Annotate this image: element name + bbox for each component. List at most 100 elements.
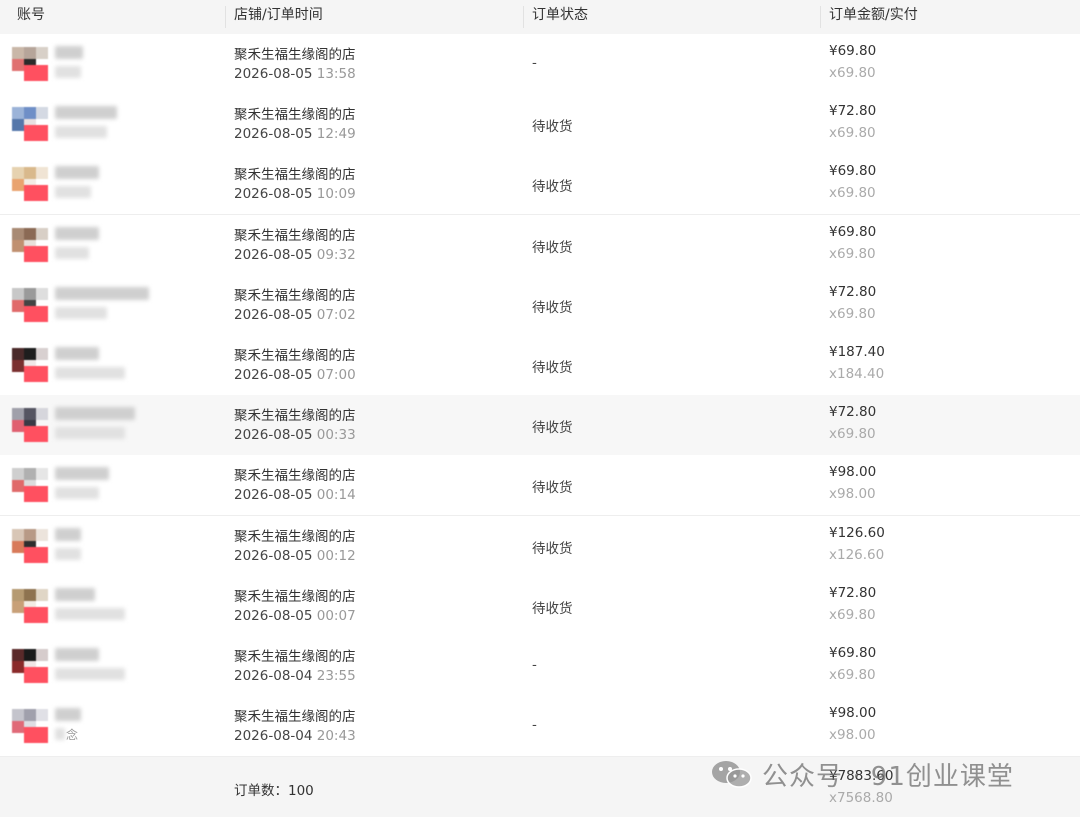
header-shop-time: 店铺/订单时间 [234, 7, 323, 23]
order-status: 待收货 [532, 420, 573, 437]
order-date: 2026-08-05 [234, 367, 317, 383]
shop-name: 聚禾生福生缘阁的店 [234, 47, 356, 63]
paid-amount: x98.00 [829, 486, 876, 503]
order-status: - [532, 717, 537, 734]
order-amount: ¥69.80 [829, 645, 877, 661]
header-divider [225, 6, 226, 28]
order-time: 2026-08-05 00:33 [234, 427, 356, 443]
order-amount: ¥72.80 [829, 404, 877, 421]
account-name-blurred [55, 106, 117, 120]
table-row[interactable]: 聚禾生福生缘阁的店 2026-08-05 12:49 待收货 ¥72.80 x69.80 [0, 94, 1080, 156]
order-date: 2026-08-05 [234, 607, 317, 624]
order-clock-time: 12:49 [316, 126, 356, 143]
order-amount: ¥187.40 [829, 344, 885, 360]
paid-amount: x184.40 [829, 366, 885, 382]
header-divider [523, 6, 524, 28]
account-name-blurred [55, 286, 149, 300]
account-sub-blurred [55, 668, 125, 680]
avatar [12, 649, 48, 683]
shop-name: 聚禾生福生缘阁的店 [234, 408, 356, 425]
account-sub-blurred [55, 126, 107, 139]
account-note: 念 [66, 728, 79, 743]
table-row[interactable]: 聚禾生福生缘阁的店 2026-08-05 09:32 待收货 ¥69.80 x69.80 [0, 214, 1080, 276]
order-amount: ¥72.80 [829, 103, 877, 120]
paid-amount: x69.80 [829, 125, 876, 142]
order-date: 2026-08-05 [234, 66, 317, 82]
order-status: 待收货 [532, 480, 573, 497]
table-row[interactable]: 念 聚禾生福生缘阁的店 2026-08-04 20:43 - ¥98.00 x98.00 [0, 696, 1080, 758]
order-status: 待收货 [532, 299, 573, 316]
order-amount: ¥72.80 [829, 283, 877, 300]
order-status: 待收货 [532, 239, 573, 256]
shop-name: 聚禾生福生缘阁的店 [234, 468, 356, 485]
order-clock-time: 13:58 [316, 66, 356, 82]
account-name-blurred [55, 648, 99, 661]
account-name-blurred [55, 587, 95, 601]
account-name-blurred [55, 166, 99, 180]
avatar [12, 408, 48, 443]
avatar [12, 167, 48, 202]
order-clock-time: 00:14 [316, 487, 356, 504]
account-name-blurred [55, 226, 99, 240]
paid-amount: x69.80 [829, 305, 876, 322]
table-row[interactable]: 聚禾生福生缘阁的店 2026-08-05 00:07 待收货 ¥72.80 x69.80 [0, 575, 1080, 637]
order-time: 2026-08-04 20:43 [234, 728, 356, 744]
table-row[interactable]: 聚禾生福生缘阁的店 2026-08-05 10:09 待收货 ¥69.80 x69.80 [0, 154, 1080, 216]
shop-name: 聚禾生福生缘阁的店 [234, 588, 356, 605]
header-amount: 订单金额/实付 [829, 7, 918, 23]
order-clock-time: 07:02 [316, 306, 356, 323]
table-row[interactable]: 聚禾生福生缘阁的店 2026-08-05 07:00 待收货 ¥187.40 x184.… [0, 335, 1080, 396]
shop-name: 聚禾生福生缘阁的店 [234, 107, 356, 124]
order-amount: ¥69.80 [829, 223, 877, 240]
order-count: 订单数：100 [234, 783, 314, 799]
order-clock-time: 07:00 [316, 367, 356, 383]
table-row[interactable]: 聚禾生福生缘阁的店 2026-08-05 13:58 - ¥69.80 x69.80 [0, 34, 1080, 95]
order-time: 2026-08-05 12:49 [234, 126, 356, 142]
order-status: 待收货 [532, 540, 573, 557]
account-sub-blurred [55, 487, 99, 500]
order-status: - [532, 55, 537, 71]
table-row[interactable]: 聚禾生福生缘阁的店 2026-08-05 00:12 待收货 ¥126.60 x126.… [0, 515, 1080, 577]
order-date: 2026-08-05 [234, 186, 317, 203]
order-date: 2026-08-04 [234, 728, 317, 745]
shop-name: 聚禾生福生缘阁的店 [234, 528, 356, 545]
order-amount: ¥69.80 [829, 163, 877, 180]
table-row[interactable]: 聚禾生福生缘阁的店 2026-08-04 23:55 - ¥69.80 x69.80 [0, 636, 1080, 697]
header-status: 订单状态 [532, 7, 588, 23]
order-amount: ¥126.60 [829, 524, 885, 541]
order-status: 待收货 [532, 179, 573, 196]
avatar [12, 107, 48, 142]
table-row[interactable]: 聚禾生福生缘阁的店 2026-08-05 00:14 待收货 ¥98.00 x98.00 [0, 455, 1080, 517]
account-sub-blurred [55, 547, 81, 560]
account-name-blurred [55, 46, 83, 59]
order-clock-time: 00:07 [316, 607, 356, 624]
order-date: 2026-08-05 [234, 126, 317, 143]
order-clock-time: 20:43 [316, 728, 356, 745]
order-amount: ¥98.00 [829, 705, 877, 722]
order-status: 待收货 [532, 600, 573, 617]
account-sub-blurred [55, 306, 107, 319]
avatar [12, 528, 48, 563]
account-name-blurred [55, 347, 99, 360]
order-clock-time: 00:33 [316, 427, 356, 444]
order-time: 2026-08-05 00:12 [234, 548, 356, 564]
account-sub-blurred [55, 427, 125, 440]
account-sub-blurred [55, 607, 125, 620]
shop-name: 聚禾生福生缘阁的店 [234, 709, 356, 726]
table-row[interactable]: 聚禾生福生缘阁的店 2026-08-05 00:33 待收货 ¥72.80 x69.80 [0, 395, 1080, 457]
avatar [12, 709, 48, 744]
account-sub-blurred [55, 66, 81, 78]
order-date: 2026-08-05 [234, 246, 317, 263]
table-row[interactable]: 聚禾生福生缘阁的店 2026-08-05 07:02 待收货 ¥72.80 x69.80 [0, 274, 1080, 336]
avatar [12, 47, 48, 81]
order-time: 2026-08-05 10:09 [234, 186, 356, 202]
order-status: 待收货 [532, 360, 573, 376]
account-name-blurred [55, 708, 81, 722]
table-header: 账号 店铺/订单时间 订单状态 订单金额/实付 [0, 0, 1080, 35]
order-status: - [532, 657, 537, 673]
order-time: 2026-08-05 09:32 [234, 247, 356, 263]
account-name-blurred [55, 467, 109, 481]
wechat-icon [712, 761, 752, 788]
order-clock-time: 23:55 [316, 668, 356, 684]
paid-amount: x69.80 [829, 667, 876, 683]
